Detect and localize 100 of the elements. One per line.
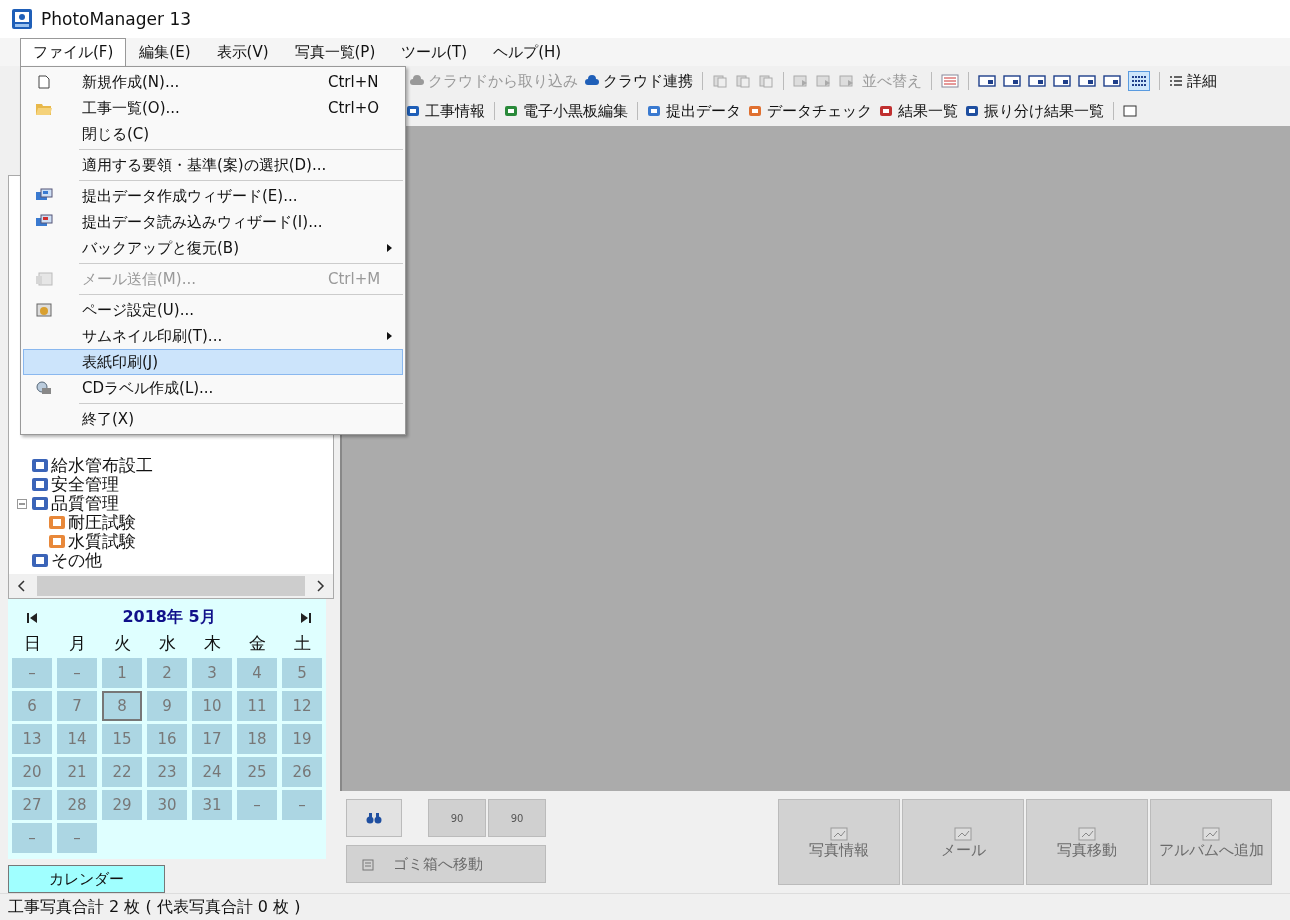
image-icon [829,825,849,842]
view-layout-icon[interactable] [1078,74,1096,88]
menu-option[interactable]: 提出データ作成ウィザード(E)... [23,183,403,209]
rotate-button[interactable]: 90 [428,799,486,837]
calendar-day[interactable]: 9 [147,691,187,722]
menu-option[interactable]: 閉じる(C) [23,121,403,147]
page-icon [38,75,50,89]
calendar-day[interactable]: 19 [282,724,322,755]
menu-option[interactable]: 新規作成(N)... Ctrl+N [23,69,403,95]
menu-item[interactable]: ツール(T) [388,38,481,66]
weekday-label: 火 [112,632,132,656]
toolbar-button[interactable]: データチェック [748,101,872,121]
menu-option[interactable]: 工事一覧(O)... Ctrl+O [23,95,403,121]
menu-option[interactable]: 表紙印刷(J) [23,349,403,375]
weekday-label: 日 [22,632,42,656]
calendar-day[interactable]: 24 [192,757,232,788]
calendar-day[interactable]: 2 [147,658,187,689]
toolbar-button[interactable]: 振り分け結果一覧 [965,101,1104,121]
weekday-label: 水 [157,632,177,656]
calendar-day[interactable]: 22 [102,757,142,788]
menu-item[interactable]: 写真一覧(P) [281,38,389,66]
calendar-day[interactable]: 15 [102,724,142,755]
calendar-day[interactable]: 28 [57,790,97,821]
toolbar-button[interactable]: 電子小黒板編集 [504,101,628,121]
view-layout-icon[interactable] [1028,74,1046,88]
submenu-arrow-icon [387,244,392,252]
image-icon [1201,825,1221,842]
calendar-day[interactable]: 30 [147,790,187,821]
calendar-day[interactable]: 25 [237,757,277,788]
calendar-day[interactable]: 17 [192,724,232,755]
calendar-day[interactable]: – [57,823,97,854]
collapse-icon[interactable] [17,498,27,509]
calendar-day[interactable]: 23 [147,757,187,788]
last-page-icon[interactable] [300,611,312,624]
view-layout-icon[interactable] [1053,74,1071,88]
menu-item[interactable]: 編集(E) [126,38,204,66]
toolbar-button[interactable]: 結果一覧 [879,101,958,121]
calendar-day[interactable]: – [282,790,322,821]
folder-icon [32,459,48,473]
image-icon [953,825,973,842]
calendar-tab[interactable]: カレンダー [8,865,165,893]
view-layout-icon[interactable] [978,74,996,88]
calendar-day[interactable]: 20 [12,757,52,788]
toolbar-button[interactable]: 詳細 [1169,71,1217,91]
calendar-day[interactable]: 6 [12,691,52,722]
menu-option[interactable]: バックアップと復元(B) [23,235,403,261]
calendar-day[interactable]: – [237,790,277,821]
weekday-label: 金 [247,632,267,656]
menu-item[interactable]: ファイル(F) [20,38,127,66]
tree-item[interactable]: その他 [51,549,102,573]
scroll-left-icon[interactable] [17,580,27,593]
menu-option[interactable]: 提出データ読み込みウィザード(I)... [23,209,403,235]
calendar-day[interactable]: 8 [102,691,142,722]
calendar-day[interactable]: 5 [282,658,322,689]
document-icon [748,104,763,118]
menu-option[interactable]: ページ設定(U)... [23,297,403,323]
status-text: 工事写真合計 2 枚 ( 代表写真合計 0 枚 ) [0,893,1290,920]
view-layout-icon[interactable] [1103,74,1121,88]
menu-option[interactable]: 終了(X) [23,406,403,432]
scroll-right-icon[interactable] [315,580,325,593]
menu-option[interactable]: サムネイル印刷(T)... [23,323,403,349]
menu-item[interactable]: 表示(V) [203,38,282,66]
calendar-day[interactable]: 12 [282,691,322,722]
calendar-day[interactable]: 11 [237,691,277,722]
mail-icon [35,272,53,286]
calendar-day[interactable]: 1 [102,658,142,689]
calendar-day[interactable]: 4 [237,658,277,689]
calendar-day[interactable]: 21 [57,757,97,788]
rotate-button[interactable]: 90 [488,799,546,837]
menu-option[interactable]: 適用する要領・基準(案)の選択(D)... [23,152,403,178]
print-icon[interactable] [1123,104,1137,118]
menu-option[interactable]: CDラベル作成(L)... [23,375,403,401]
calendar-day[interactable]: – [12,823,52,854]
calendar-day[interactable]: 31 [192,790,232,821]
document-icon [647,104,662,118]
toolbar-button[interactable]: 提出データ [647,101,741,121]
search-button[interactable] [346,799,402,837]
document-icon [879,104,894,118]
first-page-icon[interactable] [26,611,38,624]
toolbar-button[interactable]: クラウド連携 [585,71,693,91]
calendar-day[interactable]: 14 [57,724,97,755]
calendar-day[interactable]: – [12,658,52,689]
calendar-day[interactable]: 13 [12,724,52,755]
calendar-day[interactable]: – [57,658,97,689]
horizontal-scrollbar[interactable] [9,574,333,599]
folder-icon [49,535,65,549]
grid-view-icon[interactable] [1128,71,1150,91]
toolbar-button[interactable]: 工事情報 [406,101,485,121]
calendar-day[interactable]: 10 [192,691,232,722]
calendar-day[interactable]: 7 [57,691,97,722]
calendar-day[interactable]: 3 [192,658,232,689]
binoculars-icon [366,812,382,824]
list-icon [1169,75,1183,87]
calendar-day[interactable]: 16 [147,724,187,755]
view-layout-icon[interactable] [1003,74,1021,88]
calendar-day[interactable]: 18 [237,724,277,755]
calendar-day[interactable]: 26 [282,757,322,788]
calendar-day[interactable]: 29 [102,790,142,821]
calendar-day[interactable]: 27 [12,790,52,821]
menu-item[interactable]: ヘルプ(H) [480,38,575,66]
